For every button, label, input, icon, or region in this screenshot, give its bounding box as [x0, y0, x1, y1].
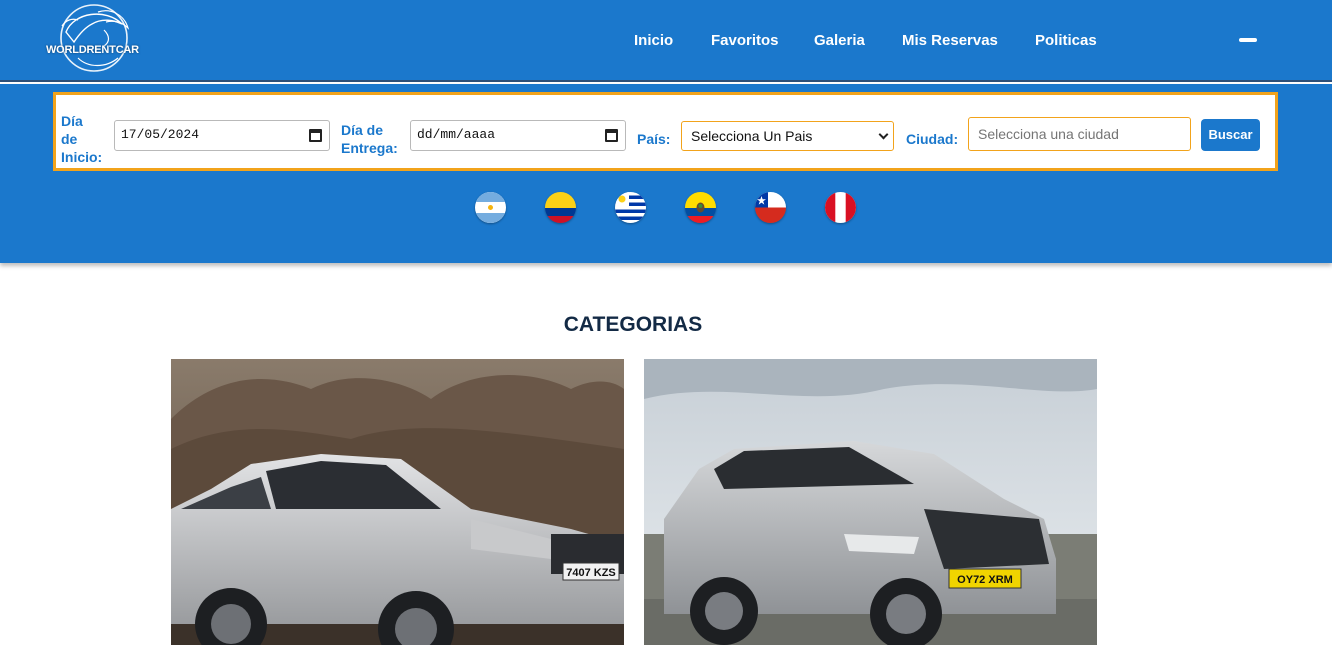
- colombia-flag-icon[interactable]: [545, 192, 576, 223]
- end-date-value: dd/mm/aaaa: [417, 127, 496, 142]
- start-date-value: 17/05/2024: [121, 127, 200, 142]
- nav-inicio[interactable]: Inicio: [634, 32, 673, 49]
- end-date-label: Día de Entrega:: [341, 121, 398, 157]
- country-selected-value: Selecciona Un Pais: [691, 128, 813, 144]
- peru-flag-icon[interactable]: [825, 192, 856, 223]
- start-date-label-line: Inicio:: [61, 149, 103, 165]
- calendar-icon[interactable]: [605, 129, 618, 142]
- argentina-flag-icon[interactable]: [475, 192, 506, 223]
- worldrentcar-logo[interactable]: [44, 2, 140, 76]
- chile-flag-icon[interactable]: [755, 192, 786, 223]
- city-input[interactable]: Selecciona una ciudad: [968, 117, 1191, 151]
- category-card-pickup[interactable]: 7407 KZS: [171, 359, 624, 645]
- chevron-down-icon: [878, 129, 889, 140]
- nav-politicas[interactable]: Politicas: [1035, 32, 1097, 49]
- search-section: Día de Inicio: 17/05/2024 Día de Entrega…: [0, 84, 1332, 263]
- city-placeholder: Selecciona una ciudad: [978, 126, 1119, 142]
- license-plate-text: 7407 KZS: [566, 567, 616, 579]
- start-date-label-line: de: [61, 131, 78, 147]
- uruguay-flag-icon[interactable]: [615, 192, 646, 223]
- category-card-suv[interactable]: OY72 XRM: [644, 359, 1097, 645]
- license-plate-text: OY72 XRM: [957, 574, 1013, 586]
- end-date-input[interactable]: dd/mm/aaaa: [410, 120, 626, 151]
- nav-mis-reservas[interactable]: Mis Reservas: [902, 32, 998, 49]
- top-navbar: WORLDRENTCAR Inicio Favoritos Galeria Mi…: [0, 0, 1332, 82]
- menu-toggle-icon[interactable]: [1239, 38, 1257, 42]
- country-select[interactable]: Selecciona Un Pais: [681, 121, 894, 151]
- end-date-label-line: Entrega:: [341, 140, 398, 156]
- search-button[interactable]: Buscar: [1201, 119, 1260, 151]
- calendar-icon[interactable]: [309, 129, 322, 142]
- ecuador-flag-icon[interactable]: [685, 192, 716, 223]
- start-date-label: Día de Inicio:: [61, 112, 102, 166]
- pickup-truck-image: 7407 KZS: [171, 359, 624, 645]
- end-date-label-line: Día de: [341, 122, 384, 138]
- nav-favoritos[interactable]: Favoritos: [711, 32, 779, 49]
- suv-image: OY72 XRM: [644, 359, 1097, 645]
- city-label: Ciudad:: [906, 131, 959, 147]
- search-form: Día de Inicio: 17/05/2024 Día de Entrega…: [53, 92, 1278, 171]
- logo-text: WORLDRENTCAR: [46, 44, 139, 56]
- country-label: País:: [637, 131, 671, 147]
- nav-galeria[interactable]: Galeria: [814, 32, 865, 49]
- start-date-input[interactable]: 17/05/2024: [114, 120, 330, 151]
- start-date-label-line: Día: [61, 113, 83, 129]
- categories-title: CATEGORIAS: [563, 313, 703, 336]
